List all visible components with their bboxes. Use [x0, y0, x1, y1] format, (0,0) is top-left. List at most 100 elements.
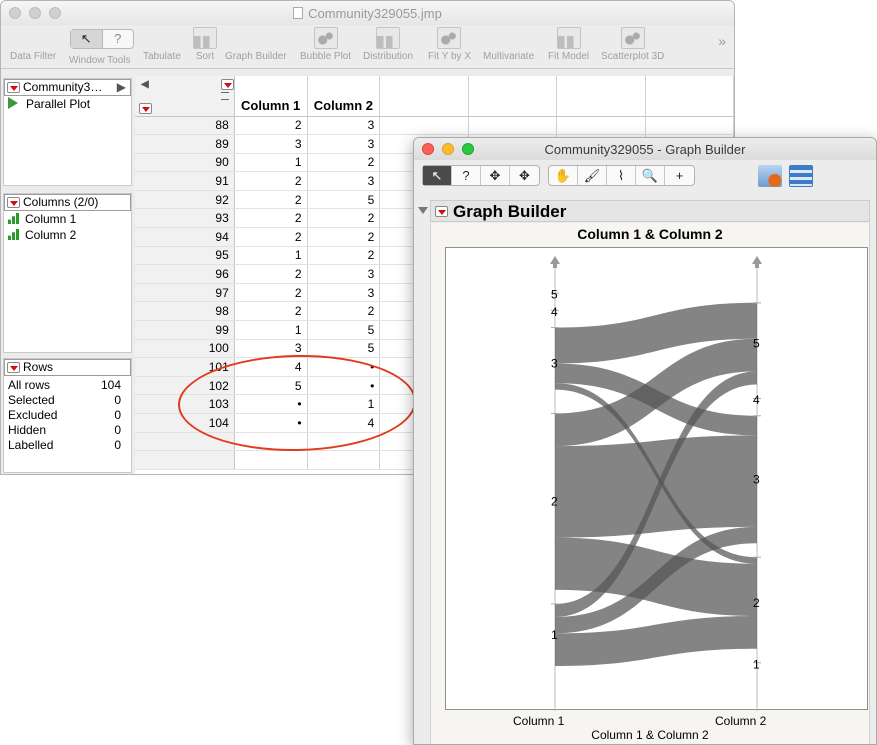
columns-panel-header[interactable]: Columns (2/0)	[4, 194, 131, 211]
column-header-2[interactable]: Column 2	[307, 76, 381, 117]
cell-column-2[interactable]: 2	[307, 153, 381, 173]
red-triangle-menu-icon[interactable]	[435, 206, 448, 217]
fit-model-button[interactable]: Fit Model	[548, 27, 589, 62]
distribution-button[interactable]: Distribution	[363, 27, 413, 62]
row-number[interactable]: 103	[135, 394, 235, 414]
cell-column-1[interactable]: 5	[234, 376, 308, 396]
data-filter-button[interactable]: Data Filter	[10, 27, 180, 124]
row-number[interactable]: 91	[135, 171, 235, 191]
row-number[interactable]: 99	[135, 320, 235, 340]
row-number[interactable]: 101	[135, 357, 235, 377]
crosshair-tool-icon[interactable]: ✥	[481, 166, 510, 185]
move-tool-icon[interactable]: ✥	[510, 166, 539, 185]
row-number[interactable]: 104	[135, 413, 235, 433]
cell-column-1[interactable]: 2	[234, 171, 308, 191]
run-script-icon[interactable]	[8, 97, 18, 109]
cell-column-1[interactable]: 2	[234, 283, 308, 303]
cell-column-1[interactable]: 3	[234, 339, 308, 359]
multivariate-button[interactable]: Multivariate	[483, 27, 655, 124]
script-parallel-plot[interactable]: Parallel Plot	[4, 96, 131, 112]
more-tools-chevron-icon[interactable]: »	[718, 33, 726, 49]
row-number[interactable]: 90	[135, 153, 235, 173]
help-icon[interactable]: ?	[103, 30, 134, 48]
column-item-1[interactable]: Column 1	[4, 211, 131, 227]
table-panel-header[interactable]: Community3… ▶	[4, 79, 131, 96]
rows-red-triangle-icon[interactable]	[139, 103, 152, 114]
cell-column-1[interactable]: 2	[234, 227, 308, 247]
grabber-tool-icon[interactable]: ✋	[549, 166, 578, 185]
help-tool-icon[interactable]: ?	[452, 166, 481, 185]
flow-2-to-3[interactable]	[555, 435, 757, 538]
table-row[interactable]: 88 2 3	[135, 116, 734, 136]
cell-column-2[interactable]: 3	[307, 264, 381, 284]
cell-column-1[interactable]: 2	[234, 190, 308, 210]
row-number[interactable]: 92	[135, 190, 235, 210]
row-number[interactable]: 94	[135, 227, 235, 247]
cell-column-1[interactable]: 3	[234, 134, 308, 154]
column-item-2[interactable]: Column 2	[4, 227, 131, 243]
row-number[interactable]: 97	[135, 283, 235, 303]
row-number[interactable]: 88	[135, 116, 235, 136]
window-tools-segment[interactable]: ↖?	[70, 29, 134, 49]
arrow-tool-icon[interactable]: ↖	[423, 166, 452, 185]
cell-column-1[interactable]: 1	[234, 246, 308, 266]
cell-column-2[interactable]: •	[307, 376, 381, 396]
cell-column-2[interactable]: 3	[307, 116, 381, 136]
cell-column-2[interactable]: 1	[307, 394, 381, 414]
row-number[interactable]: 93	[135, 208, 235, 229]
cell-column-2[interactable]: 2	[307, 227, 381, 247]
cell-column-2[interactable]: 5	[307, 339, 381, 359]
drop-zone-arrow-icon[interactable]	[550, 256, 560, 268]
row-number[interactable]: 96	[135, 264, 235, 284]
annotate-tool-icon[interactable]: +	[665, 166, 694, 185]
lasso-tool-icon[interactable]: ⌇	[607, 166, 636, 185]
sort-button[interactable]: Sort	[193, 27, 217, 62]
cell-column-2[interactable]: 5	[307, 320, 381, 340]
plot-frame[interactable]: 1 2 3 4 5 1 2 3 4 5	[445, 247, 869, 711]
cell-column-1[interactable]: •	[234, 413, 308, 433]
parallel-plot-svg[interactable]: 1 2 3 4 5 1 2 3 4 5	[446, 248, 869, 711]
red-triangle-menu-icon[interactable]	[7, 82, 20, 93]
row-number[interactable]: 102	[135, 376, 235, 396]
disclosure-triangle-icon[interactable]	[418, 207, 428, 214]
cell-column-2[interactable]: 3	[307, 283, 381, 303]
cell-column-1[interactable]: •	[234, 394, 308, 414]
cell-column-2[interactable]: •	[307, 357, 381, 377]
cell-column-2[interactable]: 5	[307, 190, 381, 210]
collapse-arrow-icon[interactable]: ◀	[141, 79, 149, 90]
cell-column-2[interactable]: 4	[307, 413, 381, 433]
cell-column-2[interactable]: 3	[307, 134, 381, 154]
cell-column-1[interactable]: 1	[234, 320, 308, 340]
row-number[interactable]: 98	[135, 301, 235, 322]
fit-y-by-x-button[interactable]: Fit Y by X	[428, 27, 471, 62]
cell-column-1[interactable]: 2	[234, 301, 308, 322]
table-red-triangle-icon[interactable]	[221, 79, 234, 90]
magnifier-tool-icon[interactable]: 🔍	[636, 166, 665, 185]
cell-column-1[interactable]: 1	[234, 153, 308, 173]
row-number[interactable]: 100	[135, 339, 235, 359]
expand-arrow-icon[interactable]: ▶	[117, 80, 126, 95]
cell-column-1[interactable]: 2	[234, 264, 308, 284]
cell-column-2[interactable]: 2	[307, 301, 381, 322]
cell-column-2[interactable]: 2	[307, 246, 381, 266]
column-header-1[interactable]: Column 1	[234, 76, 308, 117]
cell-column-2[interactable]: 3	[307, 171, 381, 191]
script-icon[interactable]	[758, 165, 782, 187]
tabulate-button[interactable]: Tabulate	[143, 27, 308, 124]
drop-zone-arrow-icon[interactable]	[752, 256, 762, 268]
data-table-icon[interactable]	[789, 165, 813, 187]
cell-column-1[interactable]: 2	[234, 208, 308, 229]
row-number[interactable]: 89	[135, 134, 235, 154]
row-number[interactable]: 95	[135, 246, 235, 266]
scatterplot-3d-button[interactable]: Scatterplot 3D	[601, 27, 664, 62]
red-triangle-menu-icon[interactable]	[7, 362, 20, 373]
cell-column-1[interactable]: 2	[234, 116, 308, 136]
graph-builder-button[interactable]: Graph Builder	[225, 27, 402, 124]
cell-column-1[interactable]: 4	[234, 357, 308, 377]
arrow-icon[interactable]: ↖	[71, 30, 103, 48]
red-triangle-menu-icon[interactable]	[7, 197, 20, 208]
bubble-plot-button[interactable]: Bubble Plot	[300, 27, 351, 62]
table-corner[interactable]: ◀	[135, 76, 235, 117]
rows-panel-header[interactable]: Rows	[4, 359, 131, 376]
brush-tool-icon[interactable]: 🖌	[578, 166, 607, 185]
